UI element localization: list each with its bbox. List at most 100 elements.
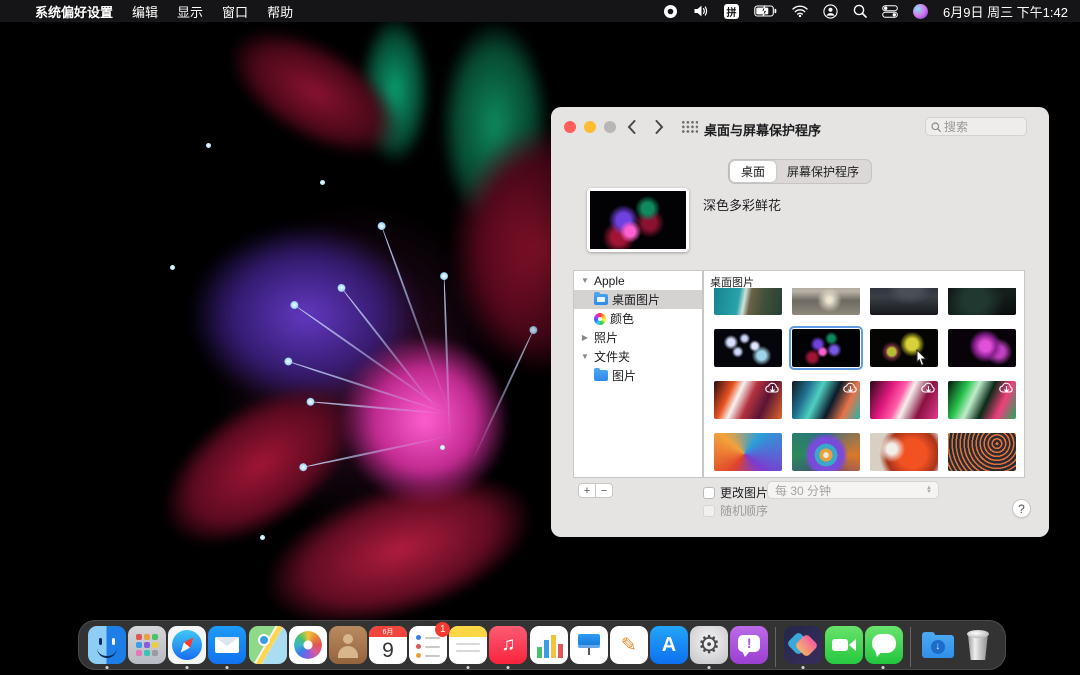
wallpaper-thumbnail-peak-pink[interactable] — [870, 381, 938, 419]
wallpaper-thumbnail-blob[interactable] — [870, 433, 938, 471]
wallpaper-thumbnail-overcast[interactable] — [792, 288, 860, 315]
add-remove-buttons: + − — [578, 483, 613, 498]
dock-contacts-icon[interactable] — [328, 625, 367, 670]
system-preferences-window: 桌面与屏幕保护程序 桌面 屏幕保护程序 深色多彩鲜花 ▼ Apple 桌面图片 … — [551, 107, 1049, 537]
sidebar-group-photos[interactable]: ▶ 照片 — [574, 328, 702, 347]
remove-folder-button[interactable]: − — [595, 483, 613, 498]
menu-edit[interactable]: 编辑 — [132, 2, 158, 21]
volume-icon[interactable] — [693, 3, 709, 19]
sidebar-group-folders[interactable]: ▼ 文件夹 — [574, 347, 702, 366]
search-field[interactable] — [925, 117, 1027, 136]
dock-pages-icon[interactable]: ✎ — [609, 625, 648, 670]
dock-downloads-folder-icon[interactable]: ↓ — [918, 625, 957, 670]
wallpaper-thumbnail-island[interactable] — [870, 288, 938, 315]
dock-numbers-icon[interactable] — [529, 625, 568, 670]
wallpaper-thumbnail-peak-orange[interactable] — [714, 381, 782, 419]
wallpaper-thumbnail-peak-blue[interactable] — [792, 381, 860, 419]
menu-help[interactable]: 帮助 — [267, 2, 293, 21]
dock-finder-icon[interactable] — [87, 625, 126, 670]
menu-bar: 系统偏好设置 编辑 显示 窗口 帮助 拼 6月9日 周三 下午1:42 — [0, 0, 1080, 22]
dock-trash-icon[interactable] — [958, 625, 997, 670]
screen-recording-icon[interactable] — [663, 3, 678, 19]
wifi-icon[interactable] — [792, 3, 808, 19]
dock: 6月91 ♫ ✎A⚙! ↓ — [78, 620, 1006, 670]
wallpaper-flower-art — [110, 15, 610, 645]
interval-dropdown[interactable]: 每 30 分钟 ▲▼ — [767, 481, 939, 499]
dock-feedback-assistant-icon[interactable]: ! — [729, 625, 768, 670]
download-cloud-icon — [765, 382, 780, 394]
random-order-checkbox[interactable] — [703, 505, 715, 517]
running-indicator — [466, 666, 469, 669]
mouse-cursor — [916, 349, 927, 366]
sidebar-item-pictures[interactable]: 图片 — [574, 366, 702, 385]
spotlight-icon[interactable] — [853, 3, 867, 19]
forward-button[interactable] — [647, 116, 671, 138]
battery-charging-icon[interactable] — [754, 3, 777, 19]
user-switch-icon[interactable] — [823, 3, 838, 19]
folder-pictures-icon — [594, 294, 608, 305]
wallpaper-thumbnail-darkflowers[interactable] — [792, 329, 860, 367]
zoom-button[interactable] — [604, 121, 616, 133]
tab-desktop[interactable]: 桌面 — [730, 161, 776, 182]
minimize-button[interactable] — [584, 121, 596, 133]
back-button[interactable] — [619, 116, 643, 138]
menu-view[interactable]: 显示 — [177, 2, 203, 21]
running-indicator — [185, 666, 188, 669]
stepper-arrows-icon: ▲▼ — [922, 483, 936, 497]
dock-system-preferences-icon[interactable]: ⚙ — [689, 625, 728, 670]
dock-safari-icon[interactable] — [167, 625, 206, 670]
dock-launchpad-icon[interactable] — [127, 625, 166, 670]
menu-app-name[interactable]: 系统偏好设置 — [35, 2, 113, 21]
pinyin-input-icon[interactable]: 拼 — [724, 4, 739, 19]
sidebar-item-desktop-pictures[interactable]: 桌面图片 — [574, 290, 702, 309]
dock-music-icon[interactable]: ♫ — [488, 625, 527, 670]
disclosure-open-icon[interactable]: ▼ — [580, 352, 590, 361]
current-wallpaper-preview — [587, 188, 689, 252]
wallpaper-thumbnail-purpleflowers[interactable] — [948, 329, 1016, 367]
wallpaper-thumbnail-burst[interactable] — [792, 433, 860, 471]
search-input[interactable] — [944, 120, 1014, 134]
tab-screensaver[interactable]: 屏幕保护程序 — [776, 161, 870, 182]
dock-notes-icon[interactable] — [448, 625, 487, 670]
dock-calendar-icon[interactable]: 6月9 — [368, 625, 407, 670]
sidebar-group-apple[interactable]: ▼ Apple — [574, 271, 702, 290]
disclosure-closed-icon[interactable]: ▶ — [580, 333, 590, 342]
siri-icon[interactable] — [913, 4, 928, 19]
running-indicator — [801, 666, 804, 669]
menu-window[interactable]: 窗口 — [222, 2, 248, 21]
wallpaper-thumbnail-storm[interactable] — [948, 288, 1016, 315]
dock-app-store-icon[interactable]: A — [649, 625, 688, 670]
dock-mail-icon[interactable] — [207, 625, 246, 670]
running-indicator — [105, 666, 108, 669]
menu-bar-clock[interactable]: 6月9日 周三 下午1:42 — [943, 2, 1068, 21]
change-picture-checkbox[interactable] — [703, 487, 715, 499]
running-indicator — [506, 666, 509, 669]
color-wheel-icon — [594, 313, 606, 325]
close-button[interactable] — [564, 121, 576, 133]
disclosure-open-icon[interactable]: ▼ — [580, 276, 590, 285]
wallpaper-thumbnail-swirl[interactable] — [714, 433, 782, 471]
dock-shortcuts-icon[interactable] — [783, 625, 822, 670]
current-wallpaper-name: 深色多彩鲜花 — [703, 195, 781, 214]
control-center-icon[interactable] — [882, 3, 898, 19]
dock-keynote-icon[interactable] — [569, 625, 608, 670]
dock-messages-icon[interactable] — [864, 625, 903, 670]
help-button[interactable]: ? — [1012, 499, 1031, 518]
wallpaper-thumbnail-yellowflowers[interactable] — [870, 329, 938, 367]
wallpaper-thumbnail-whiteflowers[interactable] — [714, 329, 782, 367]
window-titlebar[interactable]: 桌面与屏幕保护程序 — [551, 107, 1049, 147]
dock-reminders-icon[interactable]: 1 — [408, 625, 447, 670]
show-all-grid-icon[interactable] — [681, 120, 698, 133]
dock-facetime-icon[interactable] — [824, 625, 863, 670]
add-folder-button[interactable]: + — [578, 483, 596, 498]
wallpaper-thumbnail-beach[interactable] — [714, 288, 782, 315]
random-order-row: 随机顺序 — [703, 502, 768, 519]
search-icon — [931, 122, 941, 132]
source-list: ▼ Apple 桌面图片 颜色 ▶ 照片 ▼ 文件夹 图片 — [573, 270, 703, 478]
wallpaper-thumbnail-peak-green[interactable] — [948, 381, 1016, 419]
wallpaper-thumbnail-waves[interactable] — [948, 433, 1016, 471]
wallpaper-grid: 桌面图片 — [703, 270, 1025, 478]
dock-photos-icon[interactable] — [288, 625, 327, 670]
dock-maps-icon[interactable] — [248, 625, 287, 670]
sidebar-item-colors[interactable]: 颜色 — [574, 309, 702, 328]
